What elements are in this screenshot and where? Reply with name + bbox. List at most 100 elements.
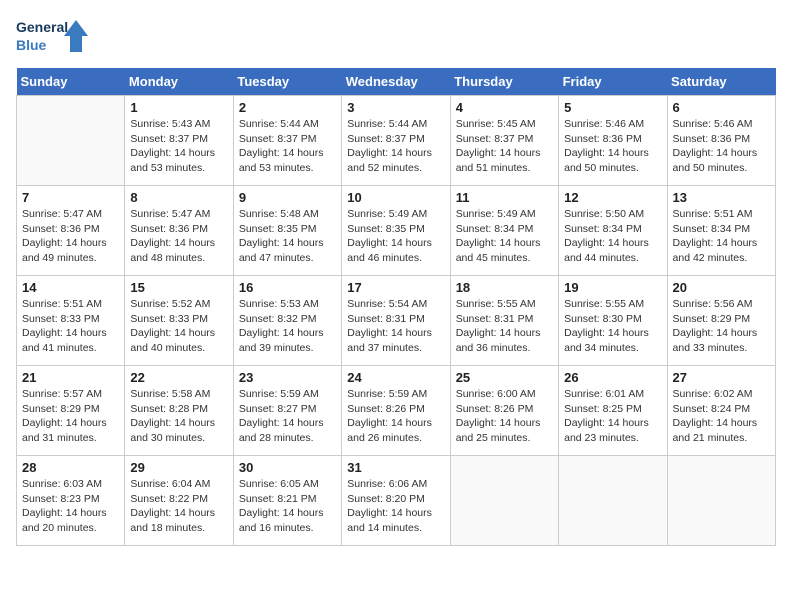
day-cell: 21 Sunrise: 5:57 AM Sunset: 8:29 PM Dayli… [17,366,125,456]
day-info: Sunrise: 5:55 AM Sunset: 8:30 PM Dayligh… [564,297,661,356]
calendar-body: 1 Sunrise: 5:43 AM Sunset: 8:37 PM Daylig… [17,96,776,546]
day-number: 28 [22,460,119,475]
day-number: 8 [130,190,227,205]
day-info: Sunrise: 5:56 AM Sunset: 8:29 PM Dayligh… [673,297,770,356]
logo: GeneralBlue [16,16,88,58]
day-number: 6 [673,100,770,115]
day-info: Sunrise: 5:48 AM Sunset: 8:35 PM Dayligh… [239,207,336,266]
day-number: 18 [456,280,553,295]
day-cell: 16Sunrise: 5:53 AM Sunset: 8:32 PM Dayli… [233,276,341,366]
day-info: Sunrise: 5:57 AM Sunset: 8:29 PM Dayligh… [22,387,119,446]
day-info: Sunrise: 6:05 AM Sunset: 8:21 PM Dayligh… [239,477,336,536]
day-info: Sunrise: 5:49 AM Sunset: 8:35 PM Dayligh… [347,207,444,266]
day-info: Sunrise: 6:06 AM Sunset: 8:20 PM Dayligh… [347,477,444,536]
day-cell [17,96,125,186]
day-cell: 8 Sunrise: 5:47 AM Sunset: 8:36 PM Daylig… [125,186,233,276]
day-number: 25 [456,370,553,385]
day-info: Sunrise: 5:46 AM Sunset: 8:36 PM Dayligh… [673,117,770,176]
page-header: GeneralBlue [16,16,776,58]
day-number: 30 [239,460,336,475]
day-number: 1 [130,100,227,115]
day-info: Sunrise: 5:51 AM Sunset: 8:34 PM Dayligh… [673,207,770,266]
logo-svg: GeneralBlue [16,16,88,58]
day-info: Sunrise: 5:44 AM Sunset: 8:37 PM Dayligh… [347,117,444,176]
column-header-saturday: Saturday [667,68,775,96]
day-number: 26 [564,370,661,385]
day-info: Sunrise: 6:04 AM Sunset: 8:22 PM Dayligh… [130,477,227,536]
day-number: 29 [130,460,227,475]
column-header-friday: Friday [559,68,667,96]
day-cell: 30 Sunrise: 6:05 AM Sunset: 8:21 PM Dayli… [233,456,341,546]
calendar-header: SundayMondayTuesdayWednesdayThursdayFrid… [17,68,776,96]
day-info: Sunrise: 6:03 AM Sunset: 8:23 PM Dayligh… [22,477,119,536]
day-cell: 12 Sunrise: 5:50 AM Sunset: 8:34 PM Dayli… [559,186,667,276]
day-number: 11 [456,190,553,205]
day-cell: 27 Sunrise: 6:02 AM Sunset: 8:24 PM Dayli… [667,366,775,456]
day-info: Sunrise: 5:55 AM Sunset: 8:31 PM Dayligh… [456,297,553,356]
day-info: Sunrise: 5:43 AM Sunset: 8:37 PM Dayligh… [130,117,227,176]
day-cell: 11 Sunrise: 5:49 AM Sunset: 8:34 PM Dayli… [450,186,558,276]
day-cell: 2 Sunrise: 5:44 AM Sunset: 8:37 PM Daylig… [233,96,341,186]
day-cell: 10Sunrise: 5:49 AM Sunset: 8:35 PM Dayli… [342,186,450,276]
day-info: Sunrise: 5:46 AM Sunset: 8:36 PM Dayligh… [564,117,661,176]
day-info: Sunrise: 5:54 AM Sunset: 8:31 PM Dayligh… [347,297,444,356]
day-info: Sunrise: 5:45 AM Sunset: 8:37 PM Dayligh… [456,117,553,176]
day-info: Sunrise: 5:47 AM Sunset: 8:36 PM Dayligh… [22,207,119,266]
day-cell: 26Sunrise: 6:01 AM Sunset: 8:25 PM Dayli… [559,366,667,456]
day-cell: 17 Sunrise: 5:54 AM Sunset: 8:31 PM Dayli… [342,276,450,366]
day-info: Sunrise: 5:51 AM Sunset: 8:33 PM Dayligh… [22,297,119,356]
day-cell: 13 Sunrise: 5:51 AM Sunset: 8:34 PM Dayli… [667,186,775,276]
week-row-4: 28 Sunrise: 6:03 AM Sunset: 8:23 PM Dayli… [17,456,776,546]
day-cell: 22Sunrise: 5:58 AM Sunset: 8:28 PM Dayli… [125,366,233,456]
svg-text:Blue: Blue [16,37,47,53]
day-number: 16 [239,280,336,295]
day-number: 24 [347,370,444,385]
header-row: SundayMondayTuesdayWednesdayThursdayFrid… [17,68,776,96]
day-number: 15 [130,280,227,295]
day-number: 23 [239,370,336,385]
column-header-wednesday: Wednesday [342,68,450,96]
day-number: 20 [673,280,770,295]
calendar-table: SundayMondayTuesdayWednesdayThursdayFrid… [16,68,776,546]
day-number: 7 [22,190,119,205]
day-cell: 3 Sunrise: 5:44 AM Sunset: 8:37 PM Daylig… [342,96,450,186]
column-header-tuesday: Tuesday [233,68,341,96]
day-cell [450,456,558,546]
day-number: 17 [347,280,444,295]
day-info: Sunrise: 6:02 AM Sunset: 8:24 PM Dayligh… [673,387,770,446]
week-row-2: 14 Sunrise: 5:51 AM Sunset: 8:33 PM Dayli… [17,276,776,366]
day-cell: 23 Sunrise: 5:59 AM Sunset: 8:27 PM Dayli… [233,366,341,456]
column-header-thursday: Thursday [450,68,558,96]
day-info: Sunrise: 5:59 AM Sunset: 8:27 PM Dayligh… [239,387,336,446]
day-cell: 7 Sunrise: 5:47 AM Sunset: 8:36 PM Daylig… [17,186,125,276]
day-info: Sunrise: 5:44 AM Sunset: 8:37 PM Dayligh… [239,117,336,176]
day-info: Sunrise: 5:47 AM Sunset: 8:36 PM Dayligh… [130,207,227,266]
day-cell: 31Sunrise: 6:06 AM Sunset: 8:20 PM Dayli… [342,456,450,546]
day-cell: 29 Sunrise: 6:04 AM Sunset: 8:22 PM Dayli… [125,456,233,546]
day-cell: 4Sunrise: 5:45 AM Sunset: 8:37 PM Daylig… [450,96,558,186]
day-number: 3 [347,100,444,115]
day-number: 5 [564,100,661,115]
day-number: 12 [564,190,661,205]
day-cell: 14 Sunrise: 5:51 AM Sunset: 8:33 PM Dayli… [17,276,125,366]
day-number: 21 [22,370,119,385]
week-row-3: 21 Sunrise: 5:57 AM Sunset: 8:29 PM Dayli… [17,366,776,456]
day-info: Sunrise: 5:50 AM Sunset: 8:34 PM Dayligh… [564,207,661,266]
day-number: 13 [673,190,770,205]
column-header-sunday: Sunday [17,68,125,96]
day-cell: 28 Sunrise: 6:03 AM Sunset: 8:23 PM Dayli… [17,456,125,546]
day-info: Sunrise: 5:52 AM Sunset: 8:33 PM Dayligh… [130,297,227,356]
day-number: 14 [22,280,119,295]
day-cell [667,456,775,546]
day-cell: 5 Sunrise: 5:46 AM Sunset: 8:36 PM Daylig… [559,96,667,186]
day-info: Sunrise: 5:59 AM Sunset: 8:26 PM Dayligh… [347,387,444,446]
week-row-0: 1 Sunrise: 5:43 AM Sunset: 8:37 PM Daylig… [17,96,776,186]
day-cell [559,456,667,546]
day-number: 27 [673,370,770,385]
day-number: 9 [239,190,336,205]
day-number: 2 [239,100,336,115]
day-info: Sunrise: 5:58 AM Sunset: 8:28 PM Dayligh… [130,387,227,446]
column-header-monday: Monday [125,68,233,96]
day-info: Sunrise: 5:49 AM Sunset: 8:34 PM Dayligh… [456,207,553,266]
week-row-1: 7 Sunrise: 5:47 AM Sunset: 8:36 PM Daylig… [17,186,776,276]
